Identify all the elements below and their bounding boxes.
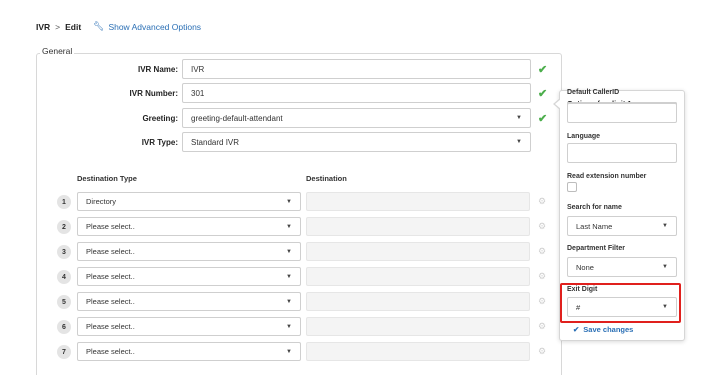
caret-down-icon: ▼ xyxy=(286,248,292,255)
destination-type-header: Destination Type xyxy=(77,174,137,183)
digit-number: 4 xyxy=(57,270,71,284)
caret-down-icon: ▼ xyxy=(662,264,668,270)
caret-down-icon: ▼ xyxy=(286,198,292,205)
default-callerid-label: Default CallerID xyxy=(567,89,620,96)
search-for-name-label: Search for name xyxy=(567,204,622,211)
read-extension-label: Read extension number xyxy=(567,173,647,180)
digit-number: 7 xyxy=(57,345,71,359)
greeting-label: Greeting: xyxy=(142,114,178,123)
caret-down-icon: ▼ xyxy=(286,298,292,305)
destination-type-value: Please select.. xyxy=(86,222,135,231)
caret-down-icon: ▼ xyxy=(286,223,292,230)
gear-icon[interactable]: ⚙ xyxy=(538,221,546,232)
ivr-name-label: IVR Name: xyxy=(137,65,178,74)
digit-number: 2 xyxy=(57,220,71,234)
show-advanced-options-label: Show Advanced Options xyxy=(108,21,202,32)
ivr-number-label: IVR Number: xyxy=(129,89,178,98)
exit-digit-highlight xyxy=(560,283,681,323)
destination-field[interactable] xyxy=(306,267,530,286)
greeting-select[interactable]: greeting-default-attendant ▼ xyxy=(182,108,531,128)
caret-down-icon: ▼ xyxy=(286,273,292,280)
caret-down-icon: ▼ xyxy=(286,323,292,330)
digit-number: 1 xyxy=(57,195,71,209)
destination-type-value: Please select.. xyxy=(86,347,135,356)
gear-icon[interactable]: ⚙ xyxy=(538,346,546,357)
department-filter-select[interactable]: None ▼ xyxy=(567,257,677,277)
default-callerid-input[interactable] xyxy=(567,103,677,123)
gear-icon[interactable]: ⚙ xyxy=(538,296,546,307)
department-filter-label: Department Filter xyxy=(567,245,625,252)
check-icon: ✔ xyxy=(538,88,548,100)
panel-arrow-inner xyxy=(555,99,561,109)
destination-type-value: Directory xyxy=(86,197,117,206)
gear-icon[interactable]: ⚙ xyxy=(538,321,546,332)
destination-type-value: Please select.. xyxy=(86,297,135,306)
destination-type-value: Please select.. xyxy=(86,322,135,331)
destination-type-value: Please select.. xyxy=(86,247,135,256)
caret-down-icon: ▼ xyxy=(516,139,522,145)
ivr-type-label: IVR Type: xyxy=(141,138,178,147)
destination-type-select[interactable]: Directory ▼ xyxy=(77,192,301,211)
destination-field[interactable] xyxy=(306,292,530,311)
digit-number: 6 xyxy=(57,320,71,334)
destination-field[interactable] xyxy=(306,242,530,261)
gear-icon[interactable]: ⚙ xyxy=(538,196,546,207)
destination-type-value: Please select.. xyxy=(86,272,135,281)
read-extension-checkbox[interactable] xyxy=(567,182,577,192)
destination-type-select[interactable]: Please select.. ▼ xyxy=(77,292,301,311)
language-label: Language xyxy=(567,133,601,140)
gear-icon[interactable]: ⚙ xyxy=(538,271,546,282)
ivr-number-value: 301 xyxy=(191,88,205,98)
show-advanced-options-link[interactable]: 🔧︎ Show Advanced Options xyxy=(93,21,201,32)
department-filter-value: None xyxy=(576,262,594,272)
destination-field[interactable] xyxy=(306,317,530,336)
destination-field[interactable] xyxy=(306,217,530,236)
wrench-icon: 🔧︎ xyxy=(93,21,105,31)
search-for-name-select[interactable]: Last Name ▼ xyxy=(567,216,677,236)
caret-down-icon: ▼ xyxy=(516,115,522,121)
save-changes-label: Save changes xyxy=(583,325,634,334)
checkmark-icon: ✔ xyxy=(573,325,580,334)
destination-type-select[interactable]: Please select.. ▼ xyxy=(77,267,301,286)
save-changes-button[interactable]: ✔ Save changes xyxy=(573,325,633,334)
destination-type-select[interactable]: Please select.. ▼ xyxy=(77,242,301,261)
general-legend: General xyxy=(40,46,75,56)
check-icon: ✔ xyxy=(538,64,548,76)
caret-down-icon: ▼ xyxy=(662,223,668,229)
ivr-type-select[interactable]: Standard IVR ▼ xyxy=(182,132,531,152)
destination-type-select[interactable]: Please select.. ▼ xyxy=(77,317,301,336)
breadcrumb-current: Edit xyxy=(65,22,82,32)
ivr-name-value: IVR xyxy=(191,64,205,74)
breadcrumb: IVR > Edit xyxy=(36,22,81,32)
destination-field[interactable] xyxy=(306,342,530,361)
digit-number: 3 xyxy=(57,245,71,259)
destination-field[interactable] xyxy=(306,192,530,211)
ivr-name-input[interactable]: IVR xyxy=(182,59,531,79)
greeting-value: greeting-default-attendant xyxy=(191,113,283,123)
check-icon: ✔ xyxy=(538,113,548,125)
gear-icon[interactable]: ⚙ xyxy=(538,246,546,257)
destination-type-select[interactable]: Please select.. ▼ xyxy=(77,342,301,361)
breadcrumb-root[interactable]: IVR xyxy=(36,22,50,32)
ivr-type-value: Standard IVR xyxy=(191,137,240,147)
destination-header: Destination xyxy=(306,174,347,183)
destination-type-select[interactable]: Please select.. ▼ xyxy=(77,217,301,236)
caret-down-icon: ▼ xyxy=(286,348,292,355)
ivr-number-input[interactable]: 301 xyxy=(182,83,531,103)
digit-number: 5 xyxy=(57,295,71,309)
breadcrumb-separator: > xyxy=(55,22,61,32)
language-input[interactable] xyxy=(567,143,677,163)
search-for-name-value: Last Name xyxy=(576,221,613,231)
